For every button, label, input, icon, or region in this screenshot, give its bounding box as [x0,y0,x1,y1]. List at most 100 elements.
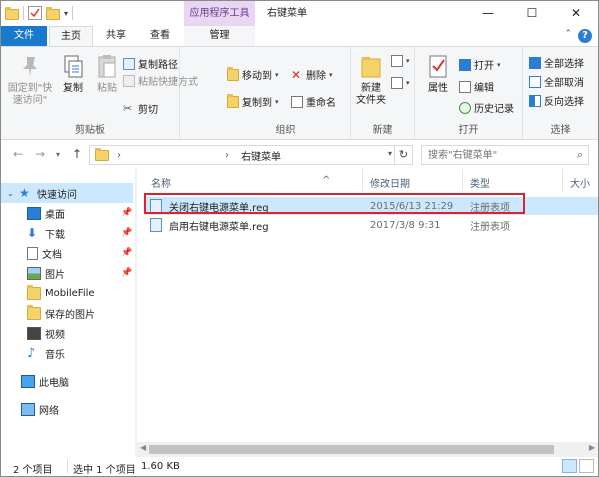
copy-path-button[interactable]: 复制路径 [123,56,178,71]
nav-label: 文档 [42,249,62,261]
new-folder-icon[interactable] [46,7,60,20]
invert-selection-button[interactable]: 反向选择 [529,93,584,108]
back-arrow-icon[interactable]: ← [13,147,23,161]
tab-home[interactable]: 主页 [49,26,93,47]
pin-icon[interactable]: 📌 [121,268,132,278]
chevron-down-icon[interactable]: ⌄ [7,189,15,198]
up-arrow-icon[interactable]: ↑ [72,147,82,161]
delete-button[interactable]: ✕ 删除 ▾ [291,67,333,83]
status-bar: 2 个项目 选中 1 个项目 1.60 KB [1,457,598,476]
nav-item-music[interactable]: ♪ 音乐 [27,343,65,363]
select-all-button[interactable]: 全部选择 [529,55,584,70]
recent-locations-icon[interactable]: ▾ [56,150,60,159]
paste-shortcut-button[interactable]: 粘贴快捷方式 [123,73,198,88]
search-icon[interactable]: ⌕ [577,148,583,162]
move-to-icon [227,66,239,81]
open-icon [459,58,471,71]
horizontal-scrollbar[interactable]: ◀ ▶ [137,442,598,457]
copy-label: 复制 [63,83,83,94]
column-type[interactable]: 类型 [470,175,490,190]
new-folder-button[interactable]: 新建 文件夹 [353,53,389,107]
column-divider[interactable] [562,169,563,191]
minimize-button[interactable]: — [466,1,510,26]
copy-to-label: 复制到 [242,98,272,109]
nav-item-mobilefile[interactable]: MobileFile [27,283,95,303]
breadcrumb-chevron-icon[interactable]: › [225,150,229,161]
nav-item-pictures[interactable]: 图片 [27,263,65,283]
details-view-icon[interactable] [562,459,577,473]
window-controls: — ☐ ✕ [466,1,598,26]
rename-button[interactable]: 重命名 [291,94,336,109]
new-item-button[interactable]: ▾ [391,55,410,67]
edit-icon [459,80,471,93]
move-to-button[interactable]: 移动到 ▾ [227,66,279,82]
nav-item-videos[interactable]: 视频 [27,323,65,343]
cut-button[interactable]: ✂ 剪切 [123,101,158,116]
nav-label: 网络 [39,405,59,417]
large-icons-view-icon[interactable] [579,459,594,473]
paste-button[interactable]: 粘贴 [91,53,123,95]
copy-to-button[interactable]: 复制到 ▾ [227,93,279,109]
history-button[interactable]: 历史记录 [459,100,514,115]
paste-shortcut-label: 粘贴快捷方式 [138,77,198,88]
copy-button[interactable]: 复制 [57,53,89,95]
scroll-right-icon[interactable]: ▶ [589,443,595,452]
tab-share[interactable]: 共享 [97,26,135,46]
column-divider[interactable] [362,169,363,191]
scroll-left-icon[interactable]: ◀ [140,443,146,452]
tab-file[interactable]: 文件 [1,26,47,46]
properties-button[interactable]: 属性 [421,53,455,95]
column-name[interactable]: 名称 [151,175,171,190]
properties-check-icon[interactable] [28,6,42,20]
column-modified[interactable]: 修改日期 [370,175,410,190]
breadcrumb-chevron-icon[interactable]: › [117,150,121,161]
column-divider[interactable] [462,169,463,191]
file-row[interactable]: 关闭右键电源菜单.reg 2015/6/13 21:29 注册表项 [145,197,598,215]
nav-network[interactable]: 网络 [21,399,59,419]
column-size[interactable]: 大小 [570,175,590,190]
nav-label: 桌面 [45,209,65,221]
close-button[interactable]: ✕ [554,1,598,26]
nav-item-saved-pictures[interactable]: 保存的图片 [27,303,95,323]
pin-icon[interactable]: 📌 [121,228,132,238]
breadcrumb-current[interactable]: 右键菜单 [241,148,281,163]
search-input[interactable] [422,146,562,164]
nav-label: 图片 [45,269,65,281]
delete-x-icon: ✕ [291,67,302,82]
nav-item-desktop[interactable]: 桌面 [27,203,65,223]
nav-label: 快速访问 [37,189,77,201]
network-icon [21,402,35,416]
open-group: 属性 打开 ▾ 编辑 历史记录 打开 [415,47,523,139]
search-box[interactable]: ⌕ [421,145,589,165]
expand-ribbon-icon[interactable]: ⌃ [564,29,572,43]
pin-icon[interactable]: 📌 [121,248,132,258]
file-row[interactable]: 启用右键电源菜单.reg 2017/3/8 9:31 注册表项 [145,216,598,234]
pin-icon[interactable]: 📌 [121,208,132,218]
tab-manage[interactable]: 管理 [184,26,255,46]
help-icon[interactable]: ? [578,29,592,43]
tab-view[interactable]: 查看 [141,26,179,46]
star-icon: ★ [19,185,30,200]
registry-file-icon [150,218,162,232]
open-button[interactable]: 打开 ▾ [459,57,501,72]
file-type: 注册表项 [470,202,510,214]
explorer-window: ▾ 应用程序工具 右键菜单 — ☐ ✕ 文件 主页 共享 查看 管理 ⌃ ? 固… [0,0,599,477]
refresh-icon[interactable]: ↻ [394,146,412,164]
dropdown-arrow-icon: ▾ [275,70,279,79]
pin-quick-access-button[interactable]: 固定到"快 速访问" [5,53,55,107]
move-to-label: 移动到 [242,71,272,82]
forward-arrow-icon[interactable]: → [35,147,45,161]
address-bar[interactable]: › › 右键菜单 ▾ ↻ [89,145,413,165]
address-dropdown-icon[interactable]: ▾ [388,149,392,158]
select-none-button[interactable]: 全部取消 [529,74,584,89]
nav-quick-access[interactable]: ⌄ ★ 快速访问 [1,183,133,203]
new-group: 新建 文件夹 ▾ ▾ 新建 [351,47,415,139]
edit-button[interactable]: 编辑 [459,79,494,94]
nav-item-documents[interactable]: 文档 [27,243,62,263]
customize-qat-icon[interactable]: ▾ [64,9,68,18]
scroll-thumb[interactable] [149,445,554,454]
maximize-button[interactable]: ☐ [510,1,554,26]
nav-item-downloads[interactable]: ⬇ 下载 [27,223,65,243]
nav-this-pc[interactable]: 此电脑 [21,371,69,391]
easy-access-button[interactable]: ▾ [391,77,410,89]
